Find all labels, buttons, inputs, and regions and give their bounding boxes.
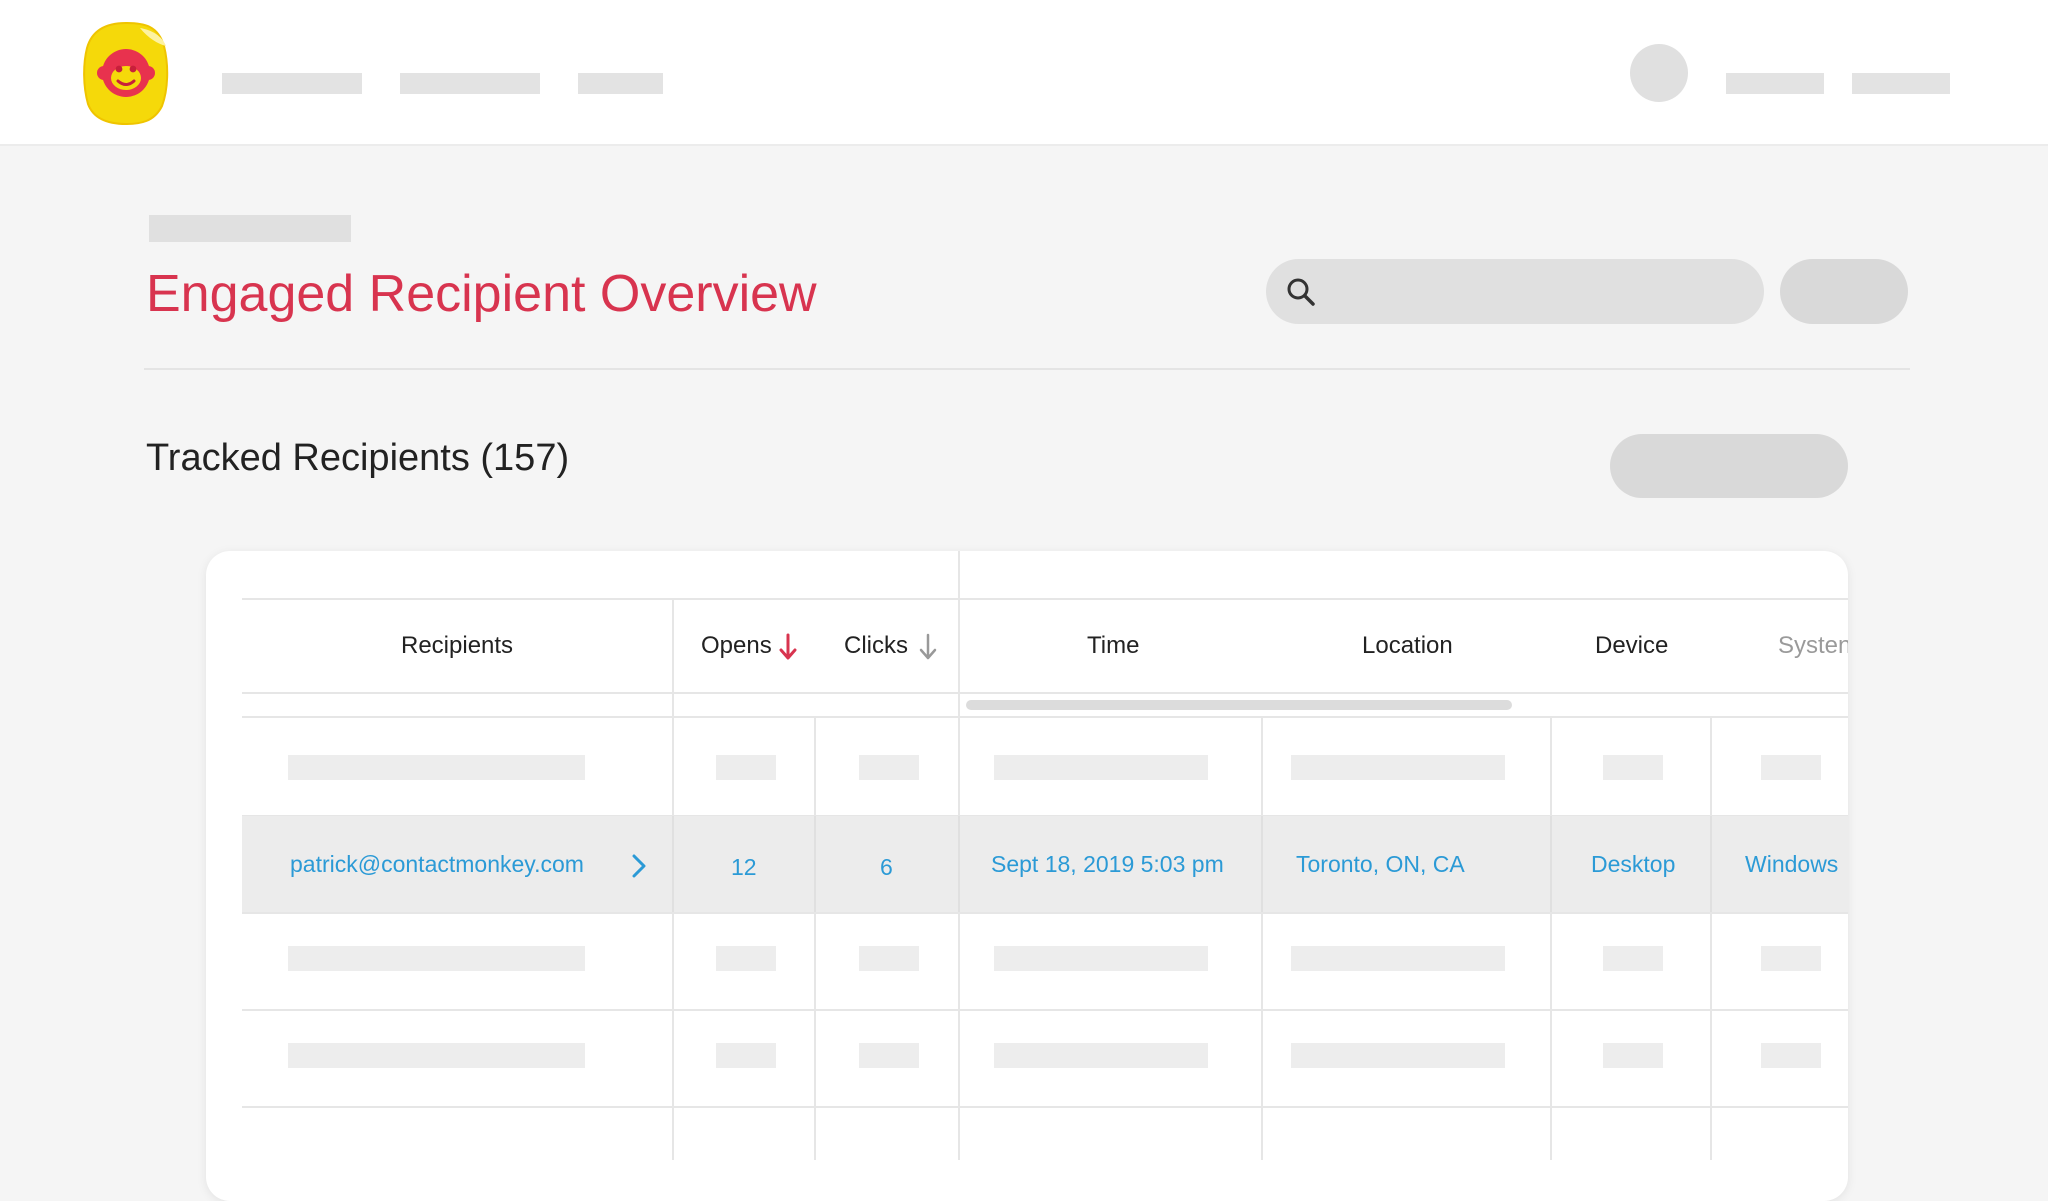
user-avatar[interactable] bbox=[1630, 44, 1688, 102]
sort-descending-icon[interactable] bbox=[918, 633, 938, 661]
column-divider bbox=[814, 816, 816, 912]
sort-descending-active-icon[interactable] bbox=[778, 633, 798, 661]
search-input[interactable] bbox=[1266, 259, 1764, 324]
column-header-device[interactable]: Device bbox=[1595, 631, 1668, 661]
monkey-logo-icon[interactable] bbox=[82, 20, 170, 126]
column-divider bbox=[1550, 816, 1552, 912]
placeholder-cell bbox=[1603, 1043, 1663, 1068]
location-value: Toronto, ON, CA bbox=[1296, 851, 1465, 877]
header-divider bbox=[144, 368, 1910, 370]
column-header-recipients[interactable]: Recipients bbox=[401, 631, 513, 661]
clicks-count: 6 bbox=[880, 854, 893, 880]
placeholder-cell bbox=[1761, 755, 1821, 780]
column-divider bbox=[672, 816, 674, 912]
column-header-system[interactable]: Systen bbox=[1778, 631, 1848, 661]
nav-item-3[interactable] bbox=[578, 73, 663, 94]
section-title: Tracked Recipients (157) bbox=[146, 437, 570, 479]
placeholder-cell bbox=[1291, 1043, 1505, 1068]
nav-item-1[interactable] bbox=[222, 73, 362, 94]
placeholder-cell bbox=[1761, 1043, 1821, 1068]
account-menu-item-2[interactable] bbox=[1852, 73, 1950, 94]
column-divider bbox=[814, 716, 816, 1160]
opens-count: 12 bbox=[731, 854, 757, 880]
column-header-location[interactable]: Location bbox=[1362, 631, 1453, 661]
placeholder-cell bbox=[288, 946, 585, 971]
placeholder-cell bbox=[1603, 755, 1663, 780]
column-header-opens[interactable]: Opens bbox=[701, 631, 772, 661]
placeholder-cell bbox=[716, 1043, 776, 1068]
placeholder-cell bbox=[288, 1043, 585, 1068]
column-header-clicks[interactable]: Clicks bbox=[844, 631, 908, 661]
header-bottom-rule bbox=[242, 692, 1848, 694]
account-menu-item-1[interactable] bbox=[1726, 73, 1824, 94]
page-title: Engaged Recipient Overview bbox=[146, 265, 817, 323]
row-rule bbox=[242, 1106, 1848, 1108]
column-divider bbox=[1710, 716, 1712, 1160]
nav-item-2[interactable] bbox=[400, 73, 540, 94]
search-button[interactable] bbox=[1780, 259, 1908, 324]
export-button[interactable] bbox=[1610, 434, 1848, 498]
placeholder-cell bbox=[859, 946, 919, 971]
placeholder-cell bbox=[716, 946, 776, 971]
placeholder-cell bbox=[1291, 946, 1505, 971]
column-divider bbox=[1710, 816, 1712, 912]
placeholder-cell bbox=[1603, 946, 1663, 971]
column-divider bbox=[1261, 716, 1263, 1160]
placeholder-cell bbox=[716, 755, 776, 780]
placeholder-cell bbox=[1291, 755, 1505, 780]
column-divider bbox=[958, 816, 960, 912]
placeholder-cell bbox=[859, 755, 919, 780]
table-top-rule bbox=[242, 598, 1848, 600]
system-value: Windows bbox=[1745, 851, 1839, 877]
search-icon bbox=[1287, 278, 1315, 306]
chevron-right-icon[interactable] bbox=[628, 853, 650, 879]
column-header-time[interactable]: Time bbox=[1087, 631, 1139, 661]
device-value: Desktop bbox=[1591, 851, 1676, 877]
breadcrumb[interactable] bbox=[149, 215, 351, 242]
placeholder-cell bbox=[994, 946, 1208, 971]
placeholder-cell bbox=[994, 1043, 1208, 1068]
column-header-system-clip: Systen bbox=[1760, 625, 1848, 665]
placeholder-cell bbox=[994, 755, 1208, 780]
row-rule bbox=[242, 1009, 1848, 1011]
open-time: Sept 18, 2019 5:03 pm bbox=[991, 851, 1224, 877]
column-divider bbox=[1550, 716, 1552, 1160]
placeholder-cell bbox=[1761, 946, 1821, 971]
horizontal-scrollbar[interactable] bbox=[966, 700, 1512, 710]
column-divider bbox=[1261, 816, 1263, 912]
recipient-email-link[interactable]: patrick@contactmonkey.com bbox=[290, 849, 584, 879]
row-rule bbox=[242, 912, 1848, 914]
placeholder-cell bbox=[288, 755, 585, 780]
placeholder-cell bbox=[859, 1043, 919, 1068]
row-rule bbox=[242, 716, 1848, 718]
